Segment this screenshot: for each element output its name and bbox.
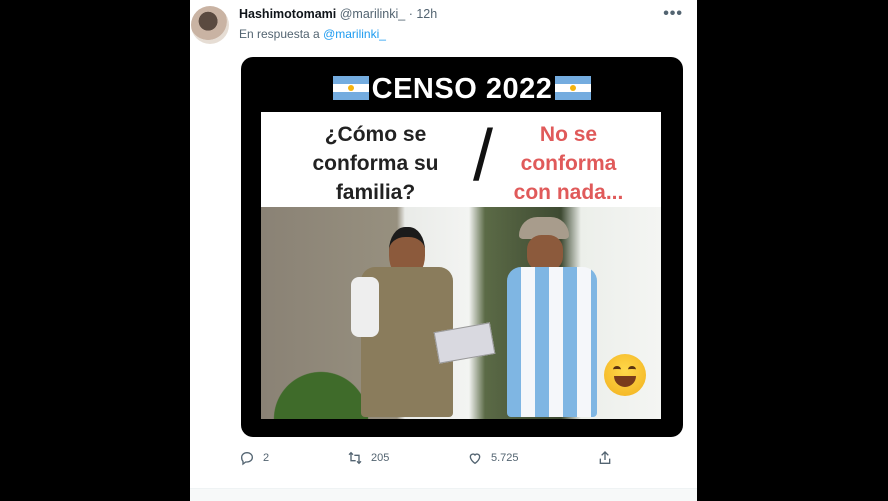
- separator-dot: ·: [408, 7, 413, 21]
- like-button[interactable]: 5.725: [467, 450, 519, 466]
- meme-photo: [261, 207, 661, 419]
- answer-line: conforma: [520, 152, 617, 175]
- tears-of-joy-icon: [604, 354, 646, 396]
- reply-icon: [240, 451, 254, 466]
- answer-line: No se: [539, 123, 598, 146]
- tweet-image[interactable]: CENSO 2022 ¿Cómo se conforma su familia?…: [241, 57, 683, 437]
- timestamp[interactable]: 12h: [416, 7, 437, 21]
- meme-question: ¿Cómo se conforma su familia?: [283, 120, 468, 207]
- retweet-icon: [348, 451, 362, 465]
- emoji-mouth: [614, 376, 636, 387]
- tweet-card[interactable]: Hashimotomami @marilinki_ · 12h ••• En r…: [190, 0, 697, 501]
- census-worker-figure: [351, 227, 461, 419]
- divider-slash: /: [473, 116, 494, 196]
- emoji-eye: [613, 366, 621, 373]
- share-button[interactable]: [597, 450, 613, 466]
- meme-answer: No se conforma con nada...: [501, 120, 636, 207]
- reply-button[interactable]: 2: [239, 450, 269, 466]
- resident-figure: [499, 217, 609, 419]
- argentina-flag-icon: [332, 76, 369, 100]
- share-icon: [599, 451, 611, 464]
- retweet-button[interactable]: 205: [347, 450, 389, 466]
- argentina-jersey: [507, 267, 597, 417]
- tweet-header: Hashimotomami @marilinki_ · 12h: [239, 7, 437, 21]
- reply-mention-link[interactable]: @marilinki_: [323, 27, 386, 41]
- author-name[interactable]: Hashimotomami: [239, 7, 336, 21]
- heart-icon: [469, 453, 481, 465]
- worker-sleeve: [351, 277, 379, 337]
- reply-prefix: En respuesta a: [239, 27, 320, 41]
- more-options-icon[interactable]: •••: [663, 5, 683, 23]
- resident-head: [527, 235, 563, 271]
- question-line: ¿Cómo se: [324, 123, 427, 146]
- next-tweet-divider: [190, 488, 697, 501]
- reply-count: 2: [263, 452, 270, 464]
- meme-banner: CENSO 2022: [241, 73, 683, 106]
- avatar[interactable]: [191, 6, 229, 44]
- reply-context: En respuesta a @marilinki_: [239, 27, 386, 41]
- banner-title: CENSO 2022: [371, 73, 553, 105]
- argentina-flag-icon: [555, 76, 592, 100]
- question-line: conforma su: [312, 152, 439, 175]
- emoji-eye: [628, 366, 636, 373]
- question-line: familia?: [335, 181, 416, 204]
- retweet-count: 205: [371, 452, 390, 464]
- answer-line: con nada...: [513, 181, 624, 204]
- author-handle[interactable]: @marilinki_: [340, 7, 405, 21]
- like-count: 5.725: [491, 452, 519, 464]
- tweet-actions: 2 205 5.725: [239, 450, 679, 470]
